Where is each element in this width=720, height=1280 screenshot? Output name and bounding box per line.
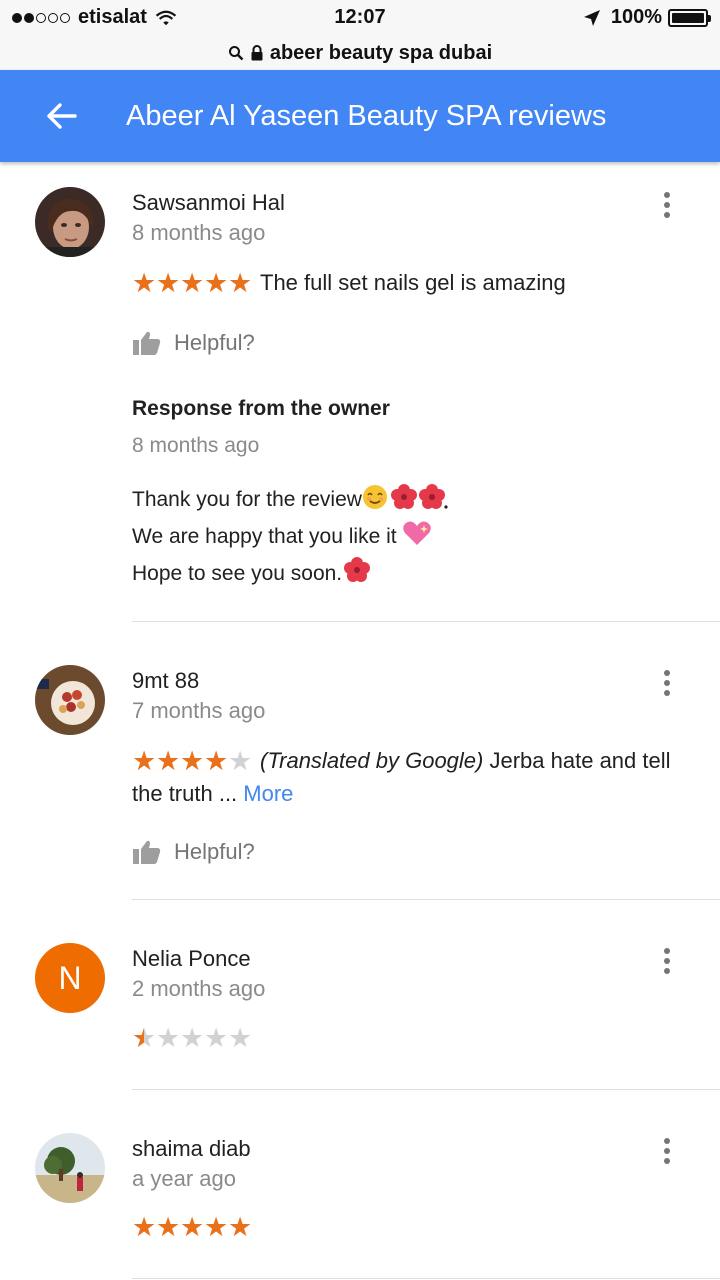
search-icon bbox=[228, 46, 244, 61]
more-options-button[interactable] bbox=[654, 190, 680, 220]
lock-icon bbox=[251, 45, 263, 61]
more-link[interactable]: More bbox=[243, 781, 293, 806]
sparkling-heart-icon bbox=[403, 521, 432, 545]
thumb-up-icon bbox=[133, 840, 161, 864]
more-options-button[interactable] bbox=[654, 946, 680, 976]
reviewer-name[interactable]: Sawsanmoi Hal bbox=[132, 190, 285, 216]
helpful-button[interactable]: Helpful? bbox=[132, 330, 255, 356]
review-text: The full set nails gel is amazing bbox=[260, 270, 566, 295]
review-text-line: ★★★★★ bbox=[132, 1211, 692, 1244]
owner-response-title: Response from the owner bbox=[132, 397, 390, 420]
hibiscus-icon bbox=[344, 557, 371, 582]
emoji-smile-hibiscus-icon bbox=[362, 484, 448, 509]
divider bbox=[132, 621, 720, 622]
avatar[interactable]: N bbox=[35, 943, 105, 1013]
review-text-line: ★★★★★ bbox=[132, 1022, 692, 1055]
star-rating: ★★★★★ bbox=[132, 1023, 253, 1053]
url-bar[interactable]: abeer beauty spa dubai bbox=[0, 36, 720, 70]
page-title: Abeer Al Yaseen Beauty SPA reviews bbox=[126, 100, 607, 132]
helpful-label: Helpful? bbox=[174, 330, 255, 355]
review-date: 2 months ago bbox=[132, 976, 266, 1001]
avatar-letter: N bbox=[58, 959, 82, 996]
reviewer-name[interactable]: Nelia Ponce bbox=[132, 946, 251, 972]
star-rating: ★★★★★ bbox=[132, 268, 253, 298]
location-arrow-icon bbox=[583, 9, 600, 26]
star-rating: ★★★★★ bbox=[132, 1212, 253, 1242]
star-rating: ★★★★★ bbox=[132, 746, 253, 776]
battery-icon bbox=[668, 8, 711, 27]
owner-response-date: 8 months ago bbox=[132, 434, 260, 457]
battery-percent: 100% bbox=[610, 6, 662, 28]
avatar[interactable] bbox=[35, 1133, 105, 1203]
status-right: 100% bbox=[583, 6, 711, 29]
translated-label: (Translated by Google) bbox=[260, 748, 484, 773]
reviewer-name[interactable]: 9mt 88 bbox=[132, 668, 199, 694]
review-date: a year ago bbox=[132, 1166, 236, 1191]
avatar[interactable] bbox=[35, 187, 105, 257]
review-date: 8 months ago bbox=[132, 220, 266, 245]
reviewer-name[interactable]: shaima diab bbox=[132, 1136, 251, 1162]
back-arrow-icon bbox=[47, 103, 77, 129]
helpful-button[interactable]: Helpful? bbox=[132, 839, 255, 865]
divider bbox=[132, 899, 720, 900]
thumb-up-icon bbox=[133, 331, 161, 355]
more-options-button[interactable] bbox=[654, 668, 680, 698]
status-bar: etisalat 12:07 100% bbox=[0, 0, 720, 36]
back-button[interactable] bbox=[40, 94, 84, 138]
avatar[interactable] bbox=[35, 665, 105, 735]
app-header: Abeer Al Yaseen Beauty SPA reviews bbox=[0, 70, 720, 162]
helpful-label: Helpful? bbox=[174, 839, 255, 864]
url-text: abeer beauty spa dubai bbox=[269, 41, 493, 64]
owner-response-line: Thank you for the review We are happy th… bbox=[132, 481, 448, 592]
review-date: 7 months ago bbox=[132, 698, 266, 723]
divider bbox=[132, 1278, 720, 1279]
review-text-line: ★★★★★ (Translated by Google) Jerba hate … bbox=[132, 745, 692, 809]
divider bbox=[132, 1089, 720, 1090]
review-text-line: ★★★★★ The full set nails gel is amazing bbox=[132, 267, 692, 300]
more-options-button[interactable] bbox=[654, 1136, 680, 1166]
